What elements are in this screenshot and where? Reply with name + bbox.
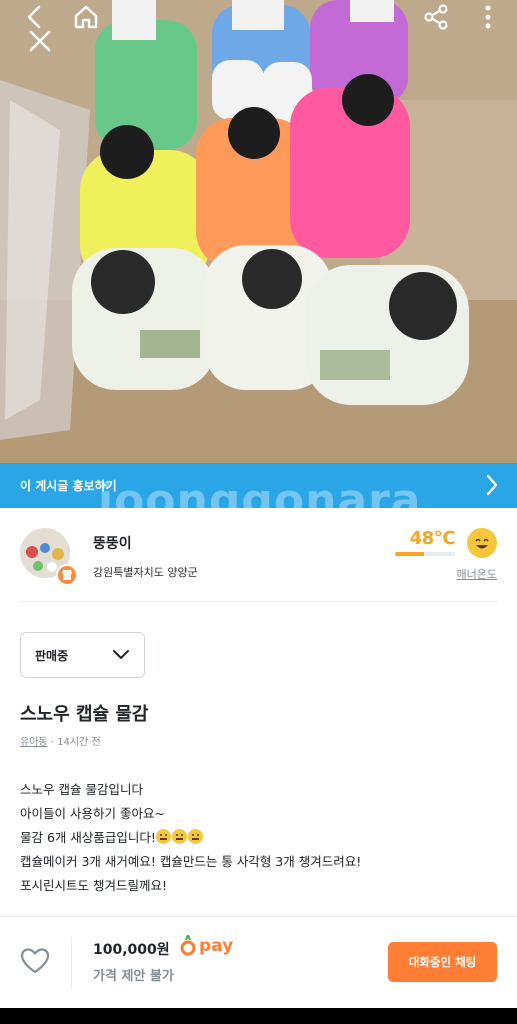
description-line: 캡슐메이커 3개 새거예요! 캡슐만드는 통 사각형 3개 챙겨드려요! bbox=[20, 854, 362, 869]
close-icon[interactable] bbox=[27, 28, 53, 54]
sale-status-value: 판매중 bbox=[35, 648, 69, 663]
listing-title: 스노우 캡슐 물감 bbox=[20, 704, 149, 725]
description-line: 포시린시트도 챙겨드릴께요! bbox=[20, 878, 167, 893]
smile-emoji-icon bbox=[155, 829, 171, 844]
chevron-right-icon bbox=[485, 473, 499, 501]
description-line-text: 물감 6개 새상품급입니다! bbox=[20, 830, 156, 845]
seller-location: 강원특별자치도 양양군 bbox=[93, 566, 198, 579]
store-badge-icon bbox=[56, 564, 78, 586]
manner-temperature-label[interactable]: 매너온도 bbox=[457, 566, 497, 582]
bottom-action-bar: 100,000원 pay 가격 제안 불가 대화중인 채팅 bbox=[0, 916, 517, 1008]
more-vertical-icon[interactable] bbox=[478, 3, 498, 31]
chevron-down-icon bbox=[113, 650, 129, 659]
product-photo[interactable] bbox=[0, 0, 517, 463]
watermark-logo: joonggonara bbox=[98, 475, 422, 508]
divider bbox=[20, 601, 497, 602]
paint-bottles-image bbox=[0, 0, 517, 463]
system-navigation-bar bbox=[0, 1008, 517, 1024]
description-line: 스노우 캡슐 물감입니다 bbox=[20, 782, 143, 797]
smile-face-icon bbox=[467, 528, 497, 558]
carrot-pay-badge[interactable]: pay bbox=[180, 935, 233, 957]
listing-time: 14시간 전 bbox=[57, 737, 101, 748]
pay-label: pay bbox=[199, 936, 234, 956]
back-icon[interactable] bbox=[22, 4, 46, 30]
heart-icon[interactable] bbox=[20, 947, 50, 979]
seller-profile[interactable]: 뚱뚱이 강원특별자치도 양양군 48℃ 매너온도 bbox=[0, 508, 517, 602]
share-icon[interactable] bbox=[422, 3, 450, 31]
sale-status-select[interactable]: 판매중 bbox=[20, 632, 145, 678]
carrot-icon bbox=[180, 935, 196, 956]
active-chats-button[interactable]: 대화중인 채팅 bbox=[388, 942, 497, 982]
listing-meta: 유아동 · 14시간 전 bbox=[20, 733, 101, 748]
manner-temperature-bar bbox=[395, 552, 455, 556]
home-icon[interactable] bbox=[70, 2, 102, 32]
listing-category[interactable]: 유아동 bbox=[20, 737, 48, 748]
price-negotiation-status: 가격 제안 불가 bbox=[93, 969, 174, 984]
manner-temperature-fill bbox=[395, 552, 424, 556]
seller-name[interactable]: 뚱뚱이 bbox=[93, 533, 132, 553]
promote-post-banner[interactable]: joonggonara 이 게시글 홍보하기 bbox=[0, 463, 517, 508]
listing-description: 스노우 캡슐 물감입니다 아이들이 사용하기 좋아요~ 물감 6개 새상품급입니… bbox=[20, 778, 361, 898]
description-line-with-emoji: 물감 6개 새상품급입니다! bbox=[20, 826, 361, 850]
description-line: 아이들이 사용하기 좋아요~ bbox=[20, 806, 165, 821]
divider bbox=[71, 937, 72, 989]
price: 100,000원 bbox=[93, 942, 170, 958]
manner-temperature-value: 48℃ bbox=[409, 528, 456, 549]
smile-emoji-icon bbox=[171, 829, 187, 844]
smile-emoji-icon bbox=[187, 829, 203, 844]
promote-post-label: 이 게시글 홍보하기 bbox=[20, 479, 117, 493]
